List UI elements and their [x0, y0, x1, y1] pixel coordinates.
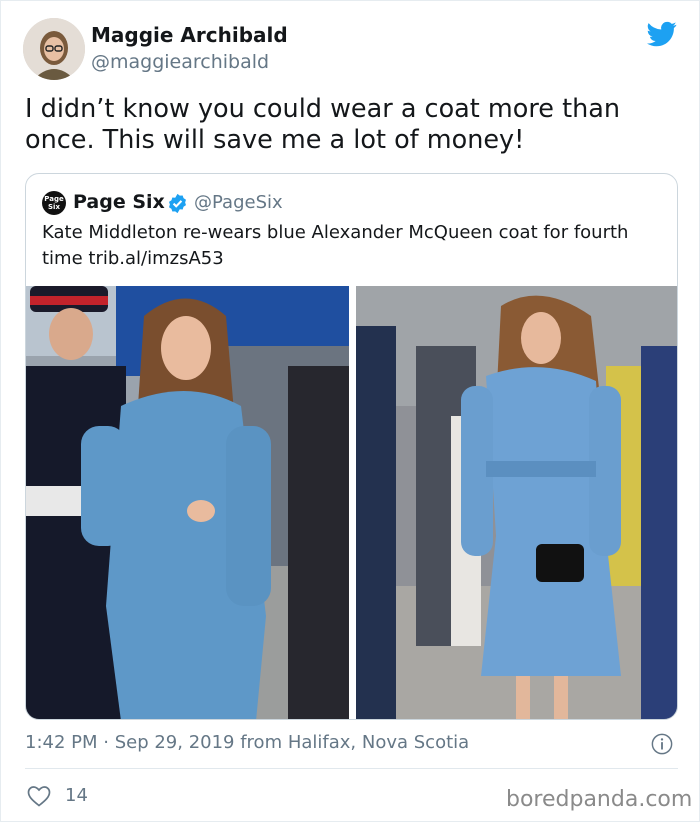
watermark: boredpanda.com	[506, 787, 693, 812]
avatar-portrait	[23, 18, 85, 80]
author-handle[interactable]: @maggiearchibald	[91, 51, 269, 73]
heart-icon[interactable]	[27, 785, 51, 807]
twitter-bird-icon[interactable]	[645, 19, 679, 49]
tweet-card: Maggie Archibald @maggiearchibald I didn…	[0, 0, 700, 822]
page-six-logo[interactable]: Page Six	[42, 191, 66, 215]
quoted-author-handle[interactable]: @PageSix	[194, 192, 283, 213]
footer-divider	[25, 768, 678, 769]
quoted-tweet-text: Kate Middleton re-wears blue Alexander M…	[42, 222, 629, 269]
info-icon[interactable]	[651, 733, 673, 755]
photo-left-illustration	[26, 286, 349, 719]
photo-right-illustration	[356, 286, 677, 719]
tweet-text: I didn’t know you could wear a coat more…	[25, 94, 621, 155]
photo-left[interactable]	[26, 286, 349, 719]
author-name[interactable]: Maggie Archibald	[91, 23, 288, 47]
like-count[interactable]: 14	[65, 785, 88, 806]
verified-badge-icon	[169, 193, 186, 214]
quoted-author-name[interactable]: Page Six	[73, 191, 165, 213]
tweet-timestamp[interactable]: 1:42 PM · Sep 29, 2019 from Halifax, Nov…	[25, 732, 469, 753]
quoted-tweet[interactable]: Page Six Page Six @PageSix Kate Middleto…	[25, 173, 678, 720]
logo-text: Page Six	[44, 195, 64, 211]
photo-right[interactable]	[356, 286, 677, 719]
author-avatar[interactable]	[23, 18, 85, 80]
